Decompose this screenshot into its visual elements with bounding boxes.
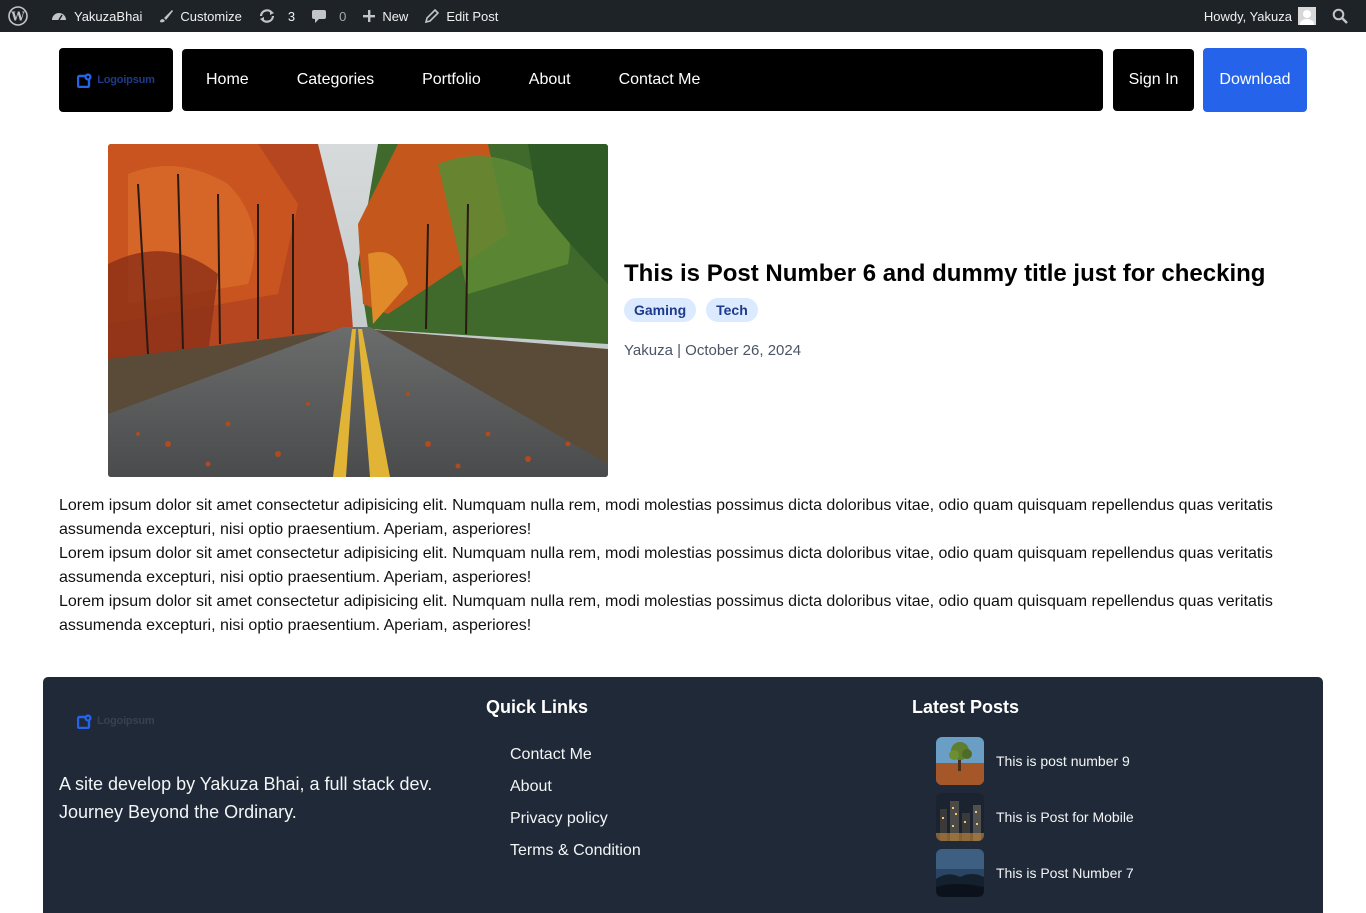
admin-bar-site-name[interactable]: YakuzaBhai — [42, 0, 150, 32]
tag-tech[interactable]: Tech — [706, 298, 758, 322]
nav-portfolio[interactable]: Portfolio — [422, 71, 481, 89]
quick-links-list: Contact Me About Privacy policy Terms & … — [510, 739, 641, 867]
customize-label: Customize — [180, 8, 242, 24]
footer-link-privacy-policy[interactable]: Privacy policy — [510, 803, 641, 835]
latest-posts-heading: Latest Posts — [912, 697, 1020, 717]
admin-bar-updates[interactable]: 3 — [250, 0, 303, 32]
comments-count: 0 — [339, 8, 347, 24]
nav-about[interactable]: About — [529, 71, 571, 89]
pencil-icon — [425, 8, 440, 24]
post-title: This is Post Number 6 and dummy title ju… — [624, 260, 1266, 287]
sign-in-button[interactable]: Sign In — [1113, 49, 1194, 111]
latest-post-item[interactable]: This is post number 9 — [936, 737, 1134, 785]
footer-link-about[interactable]: About — [510, 771, 641, 803]
dashboard-icon — [52, 13, 66, 21]
footer-logo[interactable]: Logoipsum — [77, 713, 155, 729]
site-logo[interactable]: Logoipsum — [59, 48, 173, 112]
nav-categories[interactable]: Categories — [297, 71, 374, 89]
logo-mark-icon — [77, 714, 92, 729]
logo-mark-icon — [77, 73, 92, 88]
new-label: New — [382, 8, 409, 24]
updates-icon — [259, 9, 274, 23]
download-button[interactable]: Download — [1203, 48, 1307, 112]
wp-admin-bar: W YakuzaBhai Customize 3 0 New Edit Post — [0, 0, 1366, 32]
edit-post-label: Edit Post — [446, 8, 499, 24]
latest-post-title: This is post number 9 — [996, 753, 1130, 769]
nav-contact-me[interactable]: Contact Me — [619, 71, 701, 89]
avatar — [1298, 7, 1316, 25]
admin-bar-search[interactable] — [1324, 0, 1366, 32]
site-name-label: YakuzaBhai — [74, 8, 143, 24]
plus-icon — [363, 10, 376, 22]
main-nav: Home Categories Portfolio About Contact … — [182, 49, 1103, 111]
latest-post-item[interactable]: This is Post Number 7 — [936, 849, 1134, 897]
post-thumbnail — [936, 849, 984, 897]
post-thumbnail — [936, 737, 984, 785]
post-thumbnail — [936, 793, 984, 841]
admin-bar-comments[interactable]: 0 — [303, 0, 354, 32]
site-footer: Logoipsum A site develop by Yakuza Bhai,… — [43, 677, 1323, 913]
post-tags: Gaming Tech — [624, 298, 758, 322]
comment-icon — [312, 10, 327, 23]
post-paragraph: Lorem ipsum dolor sit amet consectetur a… — [59, 497, 1273, 538]
post-content: Lorem ipsum dolor sit amet consectetur a… — [59, 494, 1307, 638]
admin-bar-edit-post[interactable]: Edit Post — [416, 0, 506, 32]
post-featured-image — [108, 144, 608, 477]
footer-logo-text: Logoipsum — [97, 715, 155, 727]
search-icon — [1332, 8, 1348, 24]
brush-icon — [160, 10, 174, 23]
footer-link-terms[interactable]: Terms & Condition — [510, 835, 641, 867]
wordpress-logo-icon[interactable]: W — [0, 0, 42, 32]
admin-bar-customize[interactable]: Customize — [150, 0, 249, 32]
post-paragraph: Lorem ipsum dolor sit amet consectetur a… — [59, 545, 1273, 586]
quick-links-heading: Quick Links — [486, 697, 589, 717]
svg-text:W: W — [10, 10, 25, 24]
footer-link-contact-me[interactable]: Contact Me — [510, 739, 641, 771]
post-paragraph: Lorem ipsum dolor sit amet consectetur a… — [59, 593, 1273, 634]
footer-description: A site develop by Yakuza Bhai, a full st… — [59, 774, 433, 822]
tag-gaming[interactable]: Gaming — [624, 298, 697, 322]
latest-post-title: This is Post Number 7 — [996, 865, 1134, 881]
latest-post-title: This is Post for Mobile — [996, 809, 1134, 825]
howdy-label: Howdy, Yakuza — [1203, 8, 1292, 24]
post-meta: Yakuza | October 26, 2024 — [624, 342, 802, 359]
admin-bar-account[interactable]: Howdy, Yakuza — [1196, 0, 1324, 32]
site-header: Logoipsum Home Categories Portfolio Abou… — [59, 48, 1307, 112]
latest-post-item[interactable]: This is Post for Mobile — [936, 793, 1134, 841]
nav-home[interactable]: Home — [206, 71, 249, 89]
admin-bar-new[interactable]: New — [354, 0, 416, 32]
logo-text: Logoipsum — [97, 74, 155, 86]
updates-count: 3 — [287, 8, 296, 24]
latest-posts-list: This is post number 9 This is Post for M… — [936, 737, 1134, 905]
